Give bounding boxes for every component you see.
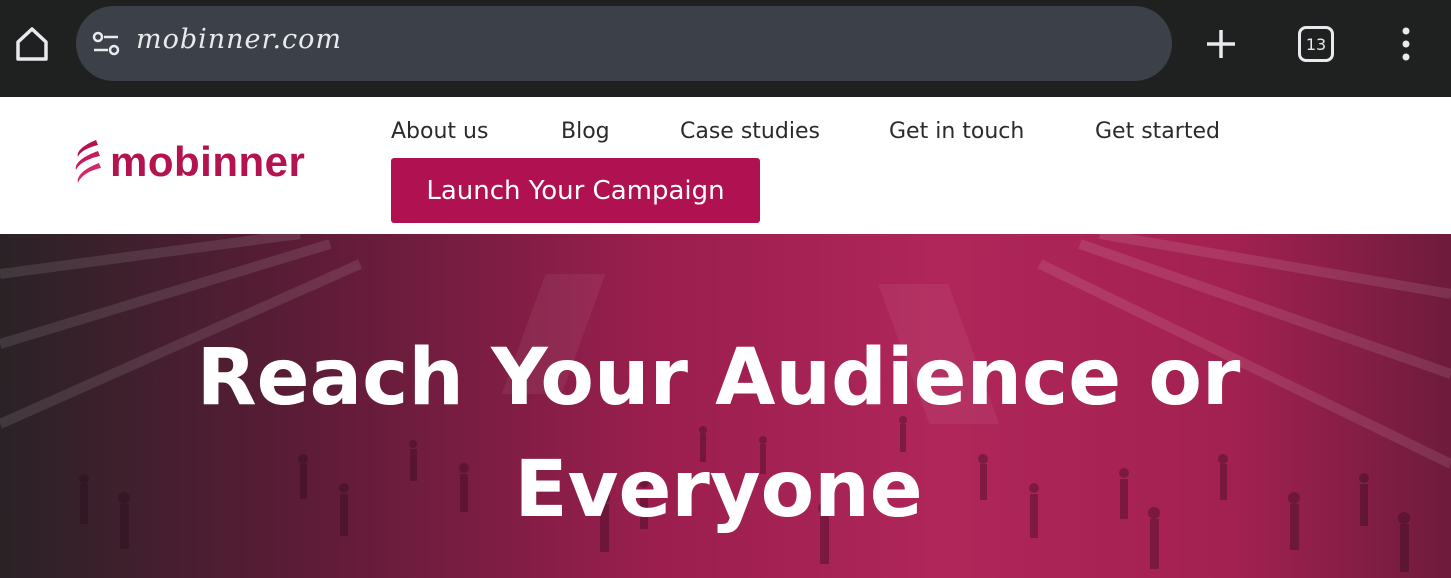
plus-icon: [1207, 30, 1235, 58]
nav-get-started[interactable]: Get started: [1095, 119, 1220, 144]
browser-toolbar: mobinner.com 13: [0, 0, 1451, 96]
hero-banner: Reach Your Audience or Everyone: [0, 234, 1451, 578]
hero-heading-line-2: Everyone: [514, 445, 923, 535]
tune-icon[interactable]: [90, 28, 122, 60]
launch-campaign-button[interactable]: Launch Your Campaign: [391, 158, 760, 223]
more-menu-button[interactable]: [1390, 22, 1422, 66]
flame-logo-icon: [75, 140, 101, 183]
nav-about-us[interactable]: About us: [391, 119, 488, 144]
home-button[interactable]: [10, 22, 54, 66]
nav-get-in-touch[interactable]: Get in touch: [889, 119, 1024, 144]
more-vert-icon: [1402, 27, 1410, 61]
brand-logo[interactable]: mobinner: [72, 137, 305, 187]
nav-case-studies[interactable]: Case studies: [680, 119, 820, 144]
site-header: mobinner About us Blog Case studies Get …: [0, 97, 1451, 234]
home-icon: [16, 27, 48, 61]
url-text[interactable]: mobinner.com: [136, 24, 342, 55]
address-bar[interactable]: mobinner.com: [76, 6, 1172, 81]
tab-count: 13: [1305, 34, 1327, 54]
nav-blog[interactable]: Blog: [561, 119, 610, 144]
hero-heading-line-1: Reach Your Audience or: [196, 333, 1241, 423]
brand-name: mobinner: [110, 138, 306, 185]
new-tab-button[interactable]: [1198, 22, 1244, 66]
tab-switcher-button[interactable]: 13: [1298, 26, 1334, 62]
hero-heading: Reach Your Audience or Everyone: [0, 322, 1437, 546]
